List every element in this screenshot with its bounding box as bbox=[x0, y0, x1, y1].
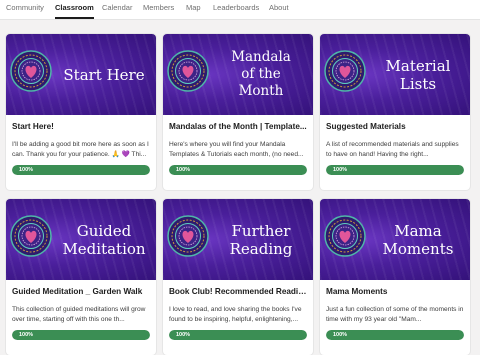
course-description: This collection of guided meditations wi… bbox=[12, 306, 146, 323]
progress-bar: 100% bbox=[12, 165, 150, 175]
course-cover-title: Guided Meditation bbox=[62, 221, 146, 258]
tab-members[interactable]: Members bbox=[143, 3, 174, 12]
course-card-start-here[interactable]: Start Here Start Here! I'll be adding a … bbox=[6, 34, 156, 190]
course-cover: Guided Meditation bbox=[6, 199, 156, 280]
progress-bar: 100% bbox=[326, 330, 464, 340]
tab-community[interactable]: Community bbox=[6, 3, 44, 12]
course-cover-title: Further Reading bbox=[229, 221, 293, 258]
course-card-guided-meditation[interactable]: Guided Meditation Guided Meditation _ Ga… bbox=[6, 199, 156, 355]
progress-bar: 100% bbox=[169, 165, 307, 175]
mandala-heart-icon bbox=[10, 215, 52, 257]
course-cover: Mandala of the Month bbox=[163, 34, 313, 115]
progress-fill: 100% bbox=[12, 165, 150, 175]
course-cover-title: Start Here bbox=[63, 65, 145, 84]
course-title[interactable]: Start Here! bbox=[12, 122, 150, 131]
tab-calendar[interactable]: Calendar bbox=[102, 3, 132, 12]
progress-fill: 100% bbox=[326, 165, 464, 175]
course-cover-title: Mandala of the Month bbox=[231, 49, 291, 99]
progress-fill: 100% bbox=[169, 330, 307, 340]
tab-leaderboards[interactable]: Leaderboards bbox=[213, 3, 259, 12]
mandala-heart-icon bbox=[324, 50, 366, 92]
course-description: I love to read, and love sharing the boo… bbox=[169, 306, 302, 323]
course-card-further-reading[interactable]: Further Reading Book Club! Recommended R… bbox=[163, 199, 313, 355]
course-title[interactable]: Book Club! Recommended Reading bbox=[169, 287, 307, 296]
course-card-material-lists[interactable]: Material Lists Suggested Materials A lis… bbox=[320, 34, 470, 190]
course-cover: Start Here bbox=[6, 34, 156, 115]
progress-fill: 100% bbox=[12, 330, 150, 340]
progress-bar: 100% bbox=[12, 330, 150, 340]
course-description: Just a fun collection of some of the mom… bbox=[326, 306, 464, 323]
tab-map[interactable]: Map bbox=[186, 3, 201, 12]
course-title[interactable]: Guided Meditation _ Garden Walk bbox=[12, 287, 150, 296]
course-card-mandala-of-the-month[interactable]: Mandala of the Month Mandalas of the Mon… bbox=[163, 34, 313, 190]
tab-about[interactable]: About bbox=[269, 3, 289, 12]
mandala-heart-icon bbox=[10, 50, 52, 92]
course-title[interactable]: Suggested Materials bbox=[326, 122, 464, 131]
course-cover-title: Mama Moments bbox=[382, 221, 454, 258]
course-description: I'll be adding a good bit more here as s… bbox=[12, 141, 149, 158]
progress-bar: 100% bbox=[326, 165, 464, 175]
mandala-heart-icon bbox=[167, 215, 209, 257]
course-cover: Mama Moments bbox=[320, 199, 470, 280]
course-description: A list of recommended materials and supp… bbox=[326, 141, 459, 158]
progress-bar: 100% bbox=[169, 330, 307, 340]
course-title[interactable]: Mama Moments bbox=[326, 287, 464, 296]
course-cover-title: Material Lists bbox=[385, 56, 451, 93]
top-navigation: Community Classroom Calendar Members Map… bbox=[0, 0, 480, 20]
progress-fill: 100% bbox=[169, 165, 307, 175]
course-cover: Further Reading bbox=[163, 199, 313, 280]
progress-fill: 100% bbox=[326, 330, 464, 340]
tab-classroom[interactable]: Classroom bbox=[55, 3, 94, 19]
course-cover: Material Lists bbox=[320, 34, 470, 115]
course-description: Here's where you will find your Mandala … bbox=[169, 141, 304, 158]
mandala-heart-icon bbox=[324, 215, 366, 257]
course-title[interactable]: Mandalas of the Month | Template... bbox=[169, 122, 307, 131]
course-card-mama-moments[interactable]: Mama Moments Mama Moments Just a fun col… bbox=[320, 199, 470, 355]
mandala-heart-icon bbox=[167, 50, 209, 92]
